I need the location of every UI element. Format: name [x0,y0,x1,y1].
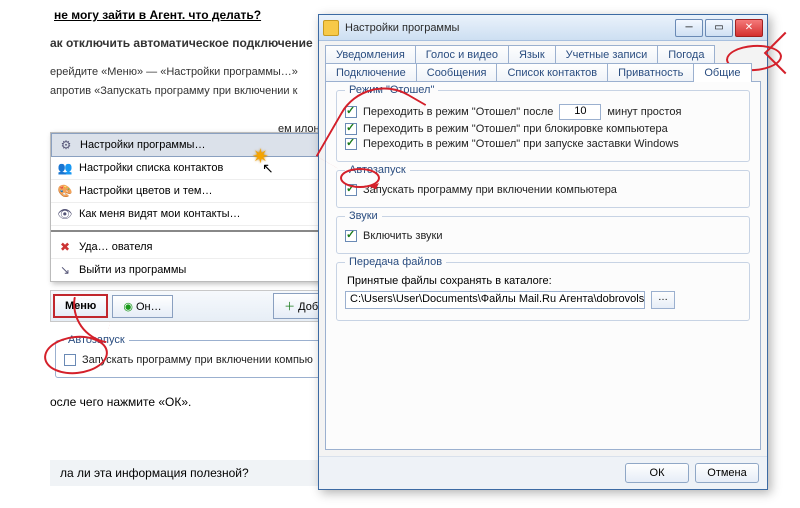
group-sounds: Звуки Включить звуки [336,216,750,254]
sounds-row[interactable]: Включить звуки [345,230,741,242]
people-icon: 👥 [57,160,73,176]
label: Переходить в режим "Отошел" при запуске … [363,138,679,150]
red-annotation-arrow-right [764,32,800,74]
away-minutes-input[interactable]: 10 [559,104,601,120]
exit-icon: ↘ [57,262,73,278]
group-file-transfer: Передача файлов Принятые файлы сохранять… [336,262,750,321]
tab-privacy[interactable]: Приватность [607,63,694,82]
article-after-text: осле чего нажмите «ОК». [50,395,191,409]
menu-button[interactable]: Меню [53,294,108,318]
context-menu: ⚙ Настройки программы… 👥 Настройки списк… [50,132,350,282]
checkbox-icon[interactable] [345,230,357,242]
tab-accounts[interactable]: Учетные записи [555,45,659,64]
group-title: Автозапуск [64,334,129,346]
app-icon [323,20,339,36]
gear-icon: ⚙ [58,137,74,153]
checkbox-icon[interactable] [345,184,357,196]
label: Переходить в режим "Отошел" при блокиров… [363,123,668,135]
menu-item-contact-list-settings[interactable]: 👥 Настройки списка контактов [51,157,349,180]
dialog-buttons: ОК Отмена [319,456,767,489]
tabstrip: Уведомления Голос и видео Язык Учетные з… [319,41,767,81]
group-autorun: Автозапуск Запускать программу при включ… [336,170,750,208]
palette-icon: 🎨 [57,183,73,199]
tab-panel-general: Режим "Отошел" Переходить в режим "Отоше… [325,81,761,450]
checkbox-label: Запускать программу при включении компью [82,354,313,366]
checkbox-icon[interactable] [345,106,357,118]
group-title: Передача файлов [345,256,446,268]
tab-messages[interactable]: Сообщения [416,63,498,82]
label: Переходить в режим "Отошел" после [363,106,553,118]
menu-item-theme-settings[interactable]: 🎨 Настройки цветов и тем… [51,180,349,203]
close-button[interactable]: ✕ [735,19,763,37]
dialog-title: Настройки программы [345,22,669,34]
menu-item-label: Настройки программы… [80,139,205,151]
status-label: Он… [136,301,162,313]
autorun-group-zoom: Автозапуск Запускать программу при включ… [55,340,345,378]
tab-weather[interactable]: Погода [657,45,715,64]
settings-dialog: Настройки программы ─ ▭ ✕ Уведомления Го… [318,14,768,490]
group-title: Звуки [345,210,382,222]
tab-contact-list[interactable]: Список контактов [496,63,608,82]
menu-item-label: Настройки списка контактов [79,162,223,174]
label: Включить звуки [363,230,443,242]
group-title: Автозапуск [345,164,410,176]
away-after-row[interactable]: Переходить в режим "Отошел" после 10 мин… [345,104,741,120]
menu-item-how-contacts-see-me[interactable]: 👁 Как меня видят мои контакты… [51,203,349,226]
cursor-icon: ↖ [262,160,274,177]
plus-icon: ＋ [284,301,295,313]
group-away-mode: Режим "Отошел" Переходить в режим "Отоше… [336,90,750,162]
menu-item-program-settings[interactable]: ⚙ Настройки программы… [51,133,349,157]
tab-connection[interactable]: Подключение [325,63,417,82]
files-label: Принятые файлы сохранять в каталоге: [347,275,741,287]
eye-icon: 👁 [57,206,73,222]
checkbox-icon[interactable] [345,138,357,150]
remove-icon: ✖ [57,239,73,255]
checkbox-icon[interactable] [345,123,357,135]
menu-item-label: Настройки цветов и тем… [79,185,213,197]
menu-item-label: Как меня видят мои контакты… [79,208,241,220]
group-title: Режим "Отошел" [345,84,438,96]
minimize-button[interactable]: ─ [675,19,703,37]
browse-button[interactable]: … [651,291,675,309]
label: Запускать программу при включении компью… [363,184,617,196]
menu-item-exit[interactable]: ↘ Выйти из программы [51,259,349,281]
maximize-button[interactable]: ▭ [705,19,733,37]
label-suffix: минут простоя [607,106,681,118]
tab-language[interactable]: Язык [508,45,556,64]
main-toolbar: Меню ◉ Он… ＋ Добави [50,290,350,322]
away-on-screensaver-row[interactable]: Переходить в режим "Отошел" при запуске … [345,138,741,150]
tab-general[interactable]: Общие [693,63,751,82]
autorun-checkbox-row[interactable]: Запускать программу при включении компью [64,354,336,366]
tab-notifications[interactable]: Уведомления [325,45,416,64]
status-online-button[interactable]: ◉ Он… [112,295,172,318]
feedback-prompt: ла ли эта информация полезной? [50,460,330,486]
menu-item-label: Выйти из программы [79,264,186,276]
titlebar: Настройки программы ─ ▭ ✕ [319,15,767,41]
autorun-row[interactable]: Запускать программу при включении компью… [345,184,741,196]
save-path-input[interactable]: C:\Users\User\Documents\Файлы Mail.Ru Аг… [345,291,645,309]
menu-item-remove-user[interactable]: ✖ Уда… ователя [51,236,349,259]
online-dot-icon: ◉ [123,301,133,313]
ok-button[interactable]: ОК [625,463,689,483]
cancel-button[interactable]: Отмена [695,463,759,483]
checkbox-icon[interactable] [64,354,76,366]
menu-item-label: Уда… ователя [79,241,152,253]
tab-voice-video[interactable]: Голос и видео [415,45,509,64]
away-on-lock-row[interactable]: Переходить в режим "Отошел" при блокиров… [345,123,741,135]
menu-separator [51,230,349,232]
